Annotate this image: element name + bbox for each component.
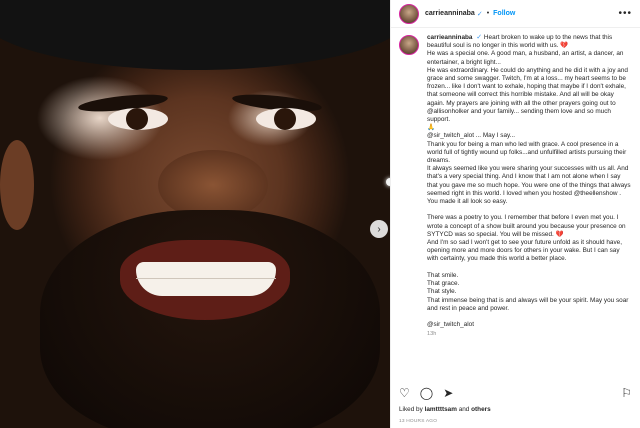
chevron-right-icon: › [377,223,381,235]
caption-avatar[interactable] [399,35,419,55]
action-bar: ♡ ◯ ➤ ⚐ [399,385,632,401]
photo-ear [0,140,34,230]
avatar[interactable] [399,3,419,24]
photo-iris-left [126,108,148,130]
liked-by-user[interactable]: lamttttsam [425,406,457,413]
caption-username[interactable]: carrieanninaba [427,34,472,41]
post-header: carrieanninaba ✓ • Follow ••• [391,0,640,28]
posted-time: 13 HOURS AGO [399,419,438,424]
verified-badge-icon: ✓ [476,10,483,18]
photo-teeth-line [136,278,276,279]
post-details-pane: carrieanninaba ✓ • Follow ••• carrieanni… [390,0,640,428]
follow-button[interactable]: Follow [493,10,515,17]
caption-text-block: carrieanninaba ✓ Heart broken to wake up… [427,34,632,329]
comment-icon[interactable]: ◯ [420,386,433,400]
photo-iris-right [274,108,296,130]
caption-row: carrieanninaba ✓ Heart broken to wake up… [399,34,632,329]
post-photo[interactable]: › [0,0,390,428]
photo-teeth [136,262,276,296]
liked-by-and: and [456,406,472,413]
liked-by-others[interactable]: others [471,406,491,413]
caption-area: carrieanninaba ✓ Heart broken to wake up… [399,34,632,374]
header-username[interactable]: carrieanninaba [425,10,475,17]
liked-by-line: Liked by lamttttsam and others [399,406,491,413]
caption-verified-icon: ✓ [476,34,483,41]
more-options-icon[interactable]: ••• [618,8,632,19]
liked-by-prefix: Liked by [399,406,425,413]
photo-hat [0,0,390,70]
caption-body: Heart broken to wake up to the news that… [427,34,631,329]
caption-time-ago: 13h [427,331,437,338]
bookmark-icon[interactable]: ⚐ [621,386,632,400]
share-icon[interactable]: ➤ [443,386,453,400]
heart-icon[interactable]: ♡ [399,386,410,400]
next-photo-button[interactable]: › [370,220,388,238]
separator-dot: • [486,10,490,17]
